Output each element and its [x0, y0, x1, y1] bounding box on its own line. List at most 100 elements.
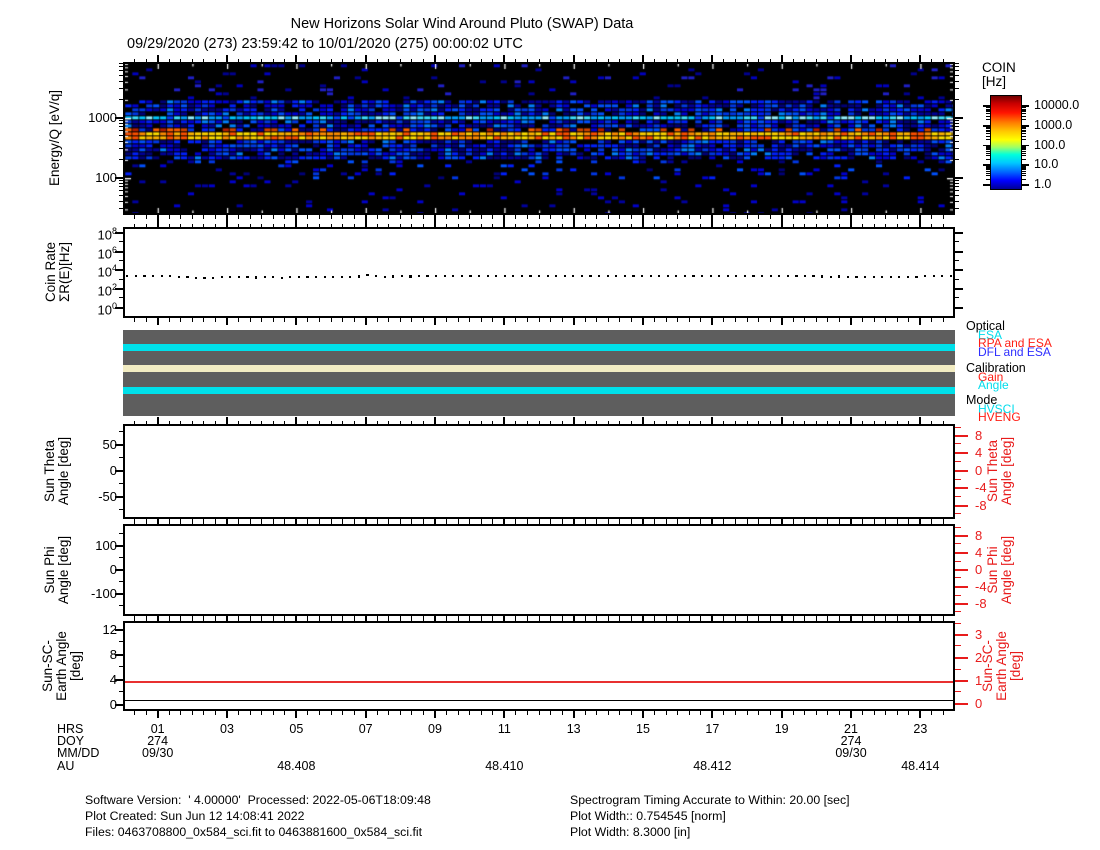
x-tick — [862, 618, 863, 622]
x-tick — [596, 215, 597, 219]
x-tick — [169, 59, 170, 63]
x-tick — [711, 614, 713, 621]
x-tick — [758, 711, 759, 715]
x-tick — [631, 618, 632, 622]
data-point — [512, 275, 514, 277]
colorbar-units: [Hz] — [982, 75, 1006, 89]
x-tick — [481, 618, 482, 622]
x-tick — [458, 711, 459, 715]
x-tick — [608, 521, 609, 525]
x-tick — [157, 711, 159, 718]
x-tick — [423, 521, 424, 525]
x-tick — [827, 618, 828, 622]
x-tick — [700, 215, 701, 219]
x-tick — [423, 215, 424, 219]
x-tick — [770, 421, 771, 425]
x-tick — [562, 521, 563, 525]
y-tick — [119, 123, 123, 124]
x-tick — [226, 318, 228, 325]
exponent: 2 — [112, 282, 117, 292]
y-tick — [119, 99, 123, 100]
x-tick — [943, 711, 944, 715]
x-tick — [458, 318, 459, 322]
x-tick — [411, 215, 412, 219]
x-tick — [700, 421, 701, 425]
x-tick — [723, 618, 724, 622]
x-tick — [146, 521, 147, 525]
x-tick — [458, 215, 459, 219]
data-point — [487, 275, 489, 277]
x-tick — [804, 618, 805, 622]
x-tick — [423, 318, 424, 322]
x-tick — [446, 215, 447, 219]
y-tick — [119, 81, 123, 82]
x-tick — [862, 318, 863, 322]
x-tick — [273, 224, 274, 228]
x-tick — [295, 55, 297, 62]
y-tick — [119, 241, 123, 242]
axis-tick-label: 4 — [975, 446, 982, 459]
y-tick — [955, 645, 961, 646]
x-tick — [608, 215, 609, 219]
x-tick — [539, 421, 540, 425]
y-tick — [119, 148, 123, 149]
x-tick — [515, 421, 516, 425]
x-tick — [562, 618, 563, 622]
x-tick — [596, 318, 597, 322]
y-tick — [955, 148, 959, 149]
x-tick — [284, 59, 285, 63]
y-tick — [119, 126, 123, 127]
au-label: 48.410 — [474, 760, 534, 773]
y-tick — [955, 634, 968, 636]
colorbar-tick-label: 100.0 — [1034, 139, 1065, 152]
colorbar-minor-tick — [1022, 153, 1026, 154]
x-tick — [527, 224, 528, 228]
x-tick — [503, 55, 505, 62]
data-point — [349, 276, 351, 278]
y-tick — [955, 183, 959, 184]
x-tick — [711, 220, 713, 227]
x-tick — [492, 59, 493, 63]
x-tick — [169, 521, 170, 525]
x-tick — [295, 417, 297, 424]
x-tick — [134, 711, 135, 715]
data-point — [821, 275, 823, 277]
x-tick — [931, 521, 932, 525]
data-point — [898, 276, 900, 278]
x-tick — [226, 220, 228, 227]
data-point — [890, 276, 892, 278]
x-tick — [723, 421, 724, 425]
x-tick — [492, 318, 493, 322]
data-point — [324, 276, 326, 278]
data-point — [941, 275, 943, 277]
x-tick — [215, 318, 216, 322]
x-tick — [400, 224, 401, 228]
y-tick — [955, 117, 963, 119]
y-tick — [955, 66, 959, 67]
x-tick — [192, 318, 193, 322]
y-tick — [955, 443, 961, 444]
x-tick — [619, 224, 620, 228]
y-tick — [119, 533, 123, 534]
colorbar-minor-tick — [986, 130, 990, 131]
x-tick — [354, 318, 355, 322]
x-tick — [781, 711, 783, 718]
x-tick — [527, 215, 528, 219]
data-point — [752, 275, 754, 277]
hour-label: 17 — [682, 723, 742, 736]
x-tick — [319, 711, 320, 715]
x-tick — [619, 711, 620, 715]
x-tick — [677, 421, 678, 425]
plot-subtitle: 09/29/2020 (273) 23:59:42 to 10/01/2020 … — [127, 36, 523, 52]
x-tick — [319, 618, 320, 622]
earth-angle-line-red — [125, 681, 953, 683]
x-tick — [816, 215, 817, 219]
x-tick — [365, 318, 367, 325]
colorbar-minor-tick — [986, 147, 990, 148]
x-tick — [180, 521, 181, 525]
y-tick — [955, 427, 961, 428]
colorbar-minor-tick — [1022, 116, 1026, 117]
x-tick — [804, 711, 805, 715]
data-point — [409, 275, 411, 277]
x-tick — [827, 711, 828, 715]
